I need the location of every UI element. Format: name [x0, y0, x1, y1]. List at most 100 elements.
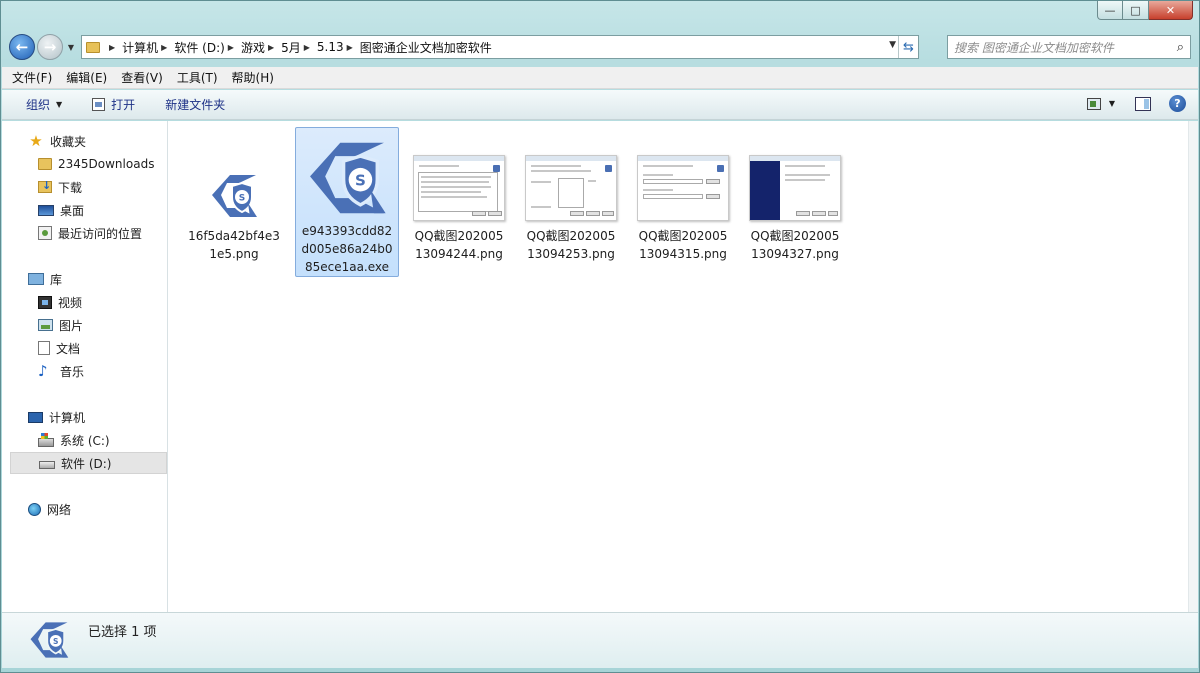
organize-label: 组织 — [26, 98, 51, 112]
system-drive-icon — [38, 432, 54, 447]
address-history-dropdown[interactable]: ▼ — [889, 40, 896, 50]
search-icon[interactable]: ⌕ — [1177, 40, 1184, 55]
file-name: QQ截图20200513094315.png — [638, 229, 728, 261]
minimize-button[interactable]: — — [1097, 1, 1123, 20]
forward-button[interactable]: → — [37, 34, 63, 60]
sidebar-label: 最近访问的位置 — [58, 226, 143, 241]
search-input[interactable]: 搜索 图密通企业文档加密软件 ⌕ — [947, 35, 1191, 59]
close-button[interactable]: ✕ — [1149, 1, 1193, 20]
folder-icon — [86, 41, 100, 53]
chevron-down-icon: ▼ — [56, 100, 63, 109]
new-folder-button[interactable]: 新建文件夹 — [165, 96, 225, 113]
sidebar-label: 系统 (C:) — [60, 433, 110, 448]
picture-icon — [38, 319, 53, 331]
library-icon — [28, 273, 44, 285]
chevron-right-icon[interactable]: ▶ — [161, 43, 167, 52]
refresh-icon[interactable]: ⇆ — [898, 36, 918, 58]
file-item[interactable]: S 16f5da42bf4e31e5.png — [182, 127, 286, 277]
sidebar-item-recent-places[interactable]: 最近访问的位置 — [2, 222, 166, 244]
navigation-pane: ★ 收藏夹 2345Downloads 下载 桌面 最近访问的位置 库 视频 — [2, 121, 168, 612]
back-button[interactable]: ← — [9, 34, 35, 60]
sidebar-item-videos[interactable]: 视频 — [2, 291, 166, 313]
file-list: S 16f5da42bf4e31e5.png S e943393cdd82d00… — [168, 121, 1190, 612]
details-pane: S 已选择 1 项 — [2, 612, 1198, 668]
sidebar-item-pictures[interactable]: 图片 — [2, 314, 166, 336]
image-thumbnail — [525, 155, 617, 221]
sidebar-libraries[interactable]: 库 — [2, 268, 166, 290]
sidebar-item-downloads[interactable]: 下载 — [2, 176, 166, 198]
file-item-selected[interactable]: S e943393cdd82d005e86a24b085ece1aa.exe — [295, 127, 399, 277]
computer-icon — [28, 411, 43, 423]
help-icon[interactable]: ? — [1169, 95, 1186, 112]
breadcrumb-5-13[interactable]: 5.13 — [317, 40, 344, 54]
vertical-scrollbar[interactable] — [1188, 121, 1198, 612]
file-name: QQ截图20200513094253.png — [526, 229, 616, 261]
network-icon — [28, 502, 41, 516]
sidebar-item-desktop[interactable]: 桌面 — [2, 199, 166, 221]
image-thumbnail — [413, 155, 505, 221]
sidebar-label: 桌面 — [60, 203, 85, 218]
sidebar-item-drive-c[interactable]: 系统 (C:) — [2, 429, 166, 451]
sidebar-label: 软件 (D:) — [61, 456, 112, 471]
file-name: QQ截图20200513094244.png — [414, 229, 504, 261]
file-item[interactable]: QQ截图20200513094253.png — [519, 127, 623, 277]
sidebar-favorites[interactable]: ★ 收藏夹 — [2, 130, 166, 152]
chevron-right-icon[interactable]: ▶ — [268, 43, 274, 52]
sidebar-item-music[interactable]: ♪ 音乐 — [2, 360, 166, 382]
chevron-right-icon[interactable]: ▶ — [347, 43, 353, 52]
menu-help[interactable]: 帮助(H) — [232, 69, 274, 86]
document-icon — [38, 341, 50, 355]
file-name: e943393cdd82d005e86a24b085ece1aa.exe — [301, 224, 393, 274]
chevron-right-icon[interactable]: ▶ — [109, 43, 115, 52]
recent-pages-dropdown[interactable]: ▼ — [65, 43, 77, 52]
open-label: 打开 — [111, 98, 136, 112]
sidebar-item-2345downloads[interactable]: 2345Downloads — [2, 153, 166, 175]
sidebar-network[interactable]: 网络 — [2, 498, 166, 520]
image-thumbnail — [637, 155, 729, 221]
file-name: 16f5da42bf4e31e5.png — [188, 229, 280, 261]
file-name: QQ截图20200513094327.png — [750, 229, 840, 261]
menu-edit[interactable]: 编辑(E) — [66, 69, 107, 86]
app-icon: S — [310, 142, 386, 214]
preview-pane-icon[interactable] — [1135, 96, 1151, 111]
sidebar-item-documents[interactable]: 文档 — [2, 337, 166, 359]
breadcrumb-current-folder[interactable]: 图密通企业文档加密软件 — [360, 39, 492, 56]
caption-buttons: — □ ✕ — [1097, 1, 1193, 20]
open-button[interactable]: 打开 — [92, 96, 135, 113]
drive-icon — [39, 461, 55, 469]
menu-tools[interactable]: 工具(T) — [177, 69, 218, 86]
chevron-right-icon[interactable]: ▶ — [304, 43, 310, 52]
file-item[interactable]: QQ截图20200513094315.png — [631, 127, 735, 277]
file-item[interactable]: QQ截图20200513094327.png — [743, 127, 847, 277]
sidebar-computer[interactable]: 计算机 — [2, 406, 166, 428]
sidebar-item-drive-d[interactable]: 软件 (D:) — [10, 452, 167, 474]
breadcrumb-games[interactable]: 游戏 — [241, 39, 265, 56]
organize-button[interactable]: 组织 ▼ — [26, 96, 62, 113]
breadcrumb-may[interactable]: 5月 — [281, 39, 301, 56]
command-bar: 组织 ▼ 打开 新建文件夹 ▼ ? — [2, 90, 1198, 120]
new-folder-label: 新建文件夹 — [165, 98, 226, 112]
download-folder-icon — [38, 179, 52, 193]
menu-file[interactable]: 文件(F) — [12, 69, 52, 86]
desktop-icon — [38, 204, 54, 216]
breadcrumb-computer[interactable]: 计算机 — [122, 39, 158, 56]
change-view-icon[interactable] — [1086, 97, 1101, 110]
file-item[interactable]: QQ截图20200513094244.png — [407, 127, 511, 277]
sidebar-label: 库 — [50, 272, 63, 287]
menu-bar: 文件(F) 编辑(E) 查看(V) 工具(T) 帮助(H) — [2, 67, 1198, 89]
chevron-right-icon[interactable]: ▶ — [228, 43, 234, 52]
maximize-button[interactable]: □ — [1123, 1, 1149, 20]
breadcrumb-drive-d[interactable]: 软件 (D:) — [174, 39, 224, 56]
svg-text:S: S — [239, 194, 245, 204]
sidebar-label: 收藏夹 — [50, 134, 87, 149]
view-options-dropdown[interactable]: ▼ — [1109, 99, 1115, 108]
sidebar-label: 视频 — [58, 295, 83, 310]
menu-view[interactable]: 查看(V) — [121, 69, 163, 86]
address-bar[interactable]: ▶ 计算机 ▶ 软件 (D:) ▶ 游戏 ▶ 5月 ▶ 5.13 ▶ 图密通企业… — [81, 35, 919, 59]
command-bar-right: ▼ ? — [1086, 95, 1186, 112]
open-icon — [92, 98, 106, 111]
selection-status: 已选择 1 项 — [88, 625, 157, 640]
svg-text:S: S — [355, 172, 366, 190]
sidebar-label: 计算机 — [49, 410, 86, 425]
music-icon: ♪ — [38, 362, 48, 380]
